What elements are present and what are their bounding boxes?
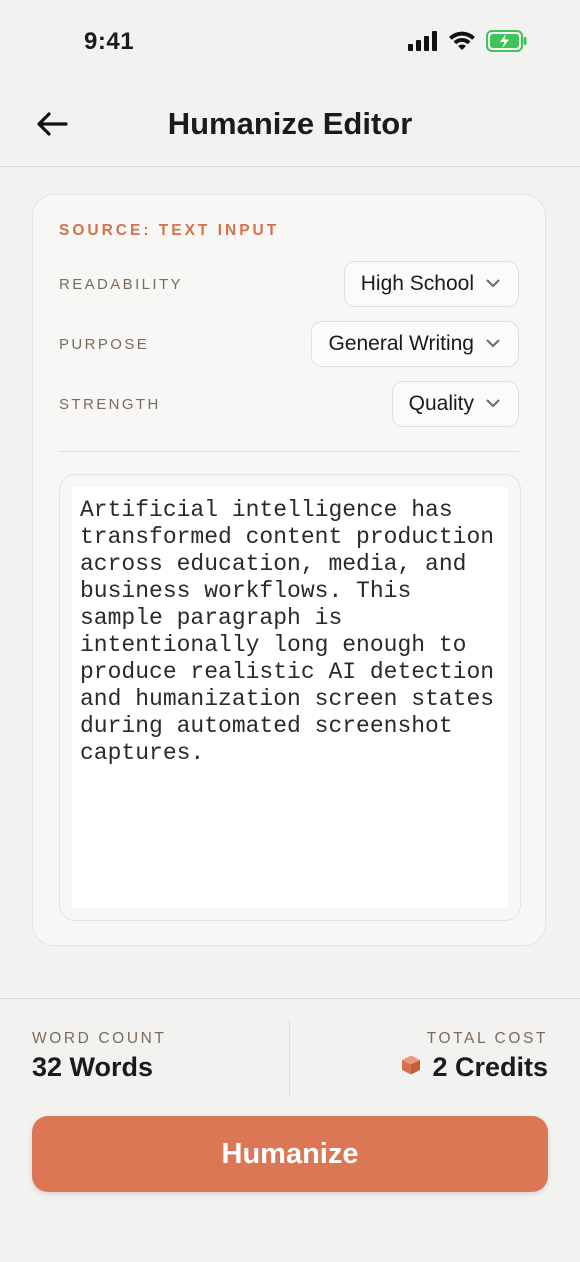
readability-select[interactable]: High School bbox=[343, 261, 519, 307]
stat-divider bbox=[289, 1020, 290, 1096]
total-cost: TOTAL COST 2 Credits bbox=[400, 1030, 548, 1083]
readability-label: READABILITY bbox=[59, 276, 183, 293]
wifi-icon bbox=[448, 31, 476, 57]
strength-row: STRENGTH Quality bbox=[59, 381, 519, 429]
settings-card: SOURCE: TEXT INPUT READABILITY High Scho… bbox=[32, 194, 546, 946]
status-bar: 9:41 bbox=[0, 0, 580, 86]
status-icons bbox=[408, 30, 528, 57]
purpose-value: General Writing bbox=[328, 332, 474, 355]
total-cost-row: 2 Credits bbox=[400, 1052, 548, 1083]
settings-divider bbox=[59, 451, 519, 452]
source-label: SOURCE: TEXT INPUT bbox=[59, 222, 280, 239]
chevron-down-icon bbox=[486, 395, 500, 413]
purpose-label: PURPOSE bbox=[59, 336, 150, 353]
total-cost-value: 2 Credits bbox=[432, 1052, 548, 1082]
page-title: Humanize Editor bbox=[167, 106, 413, 141]
humanize-button[interactable]: Humanize bbox=[32, 1116, 548, 1192]
word-count-label: WORD COUNT bbox=[32, 1030, 167, 1047]
chevron-down-icon bbox=[486, 275, 500, 293]
header-bar: Humanize Editor bbox=[0, 86, 580, 167]
footer-divider bbox=[0, 998, 580, 999]
editor-container: Artificial intelligence has transformed … bbox=[59, 474, 521, 921]
battery-charging-icon bbox=[486, 30, 528, 57]
readability-row: READABILITY High School bbox=[59, 261, 519, 309]
word-count-value: 32 Words bbox=[32, 1052, 154, 1082]
text-editor[interactable]: Artificial intelligence has transformed … bbox=[72, 487, 508, 908]
purpose-row: PURPOSE General Writing bbox=[59, 321, 519, 369]
strength-label: STRENGTH bbox=[59, 396, 161, 413]
readability-value: High School bbox=[360, 272, 474, 295]
status-time: 9:41 bbox=[84, 28, 135, 55]
strength-select[interactable]: Quality bbox=[391, 381, 519, 427]
word-count: WORD COUNT 32 Words bbox=[32, 1030, 167, 1083]
cellular-signal-icon bbox=[408, 31, 438, 56]
credits-box-icon bbox=[400, 1052, 422, 1083]
strength-value: Quality bbox=[408, 392, 474, 415]
total-cost-label: TOTAL COST bbox=[426, 1030, 548, 1047]
chevron-down-icon bbox=[486, 335, 500, 353]
purpose-select[interactable]: General Writing bbox=[311, 321, 519, 367]
